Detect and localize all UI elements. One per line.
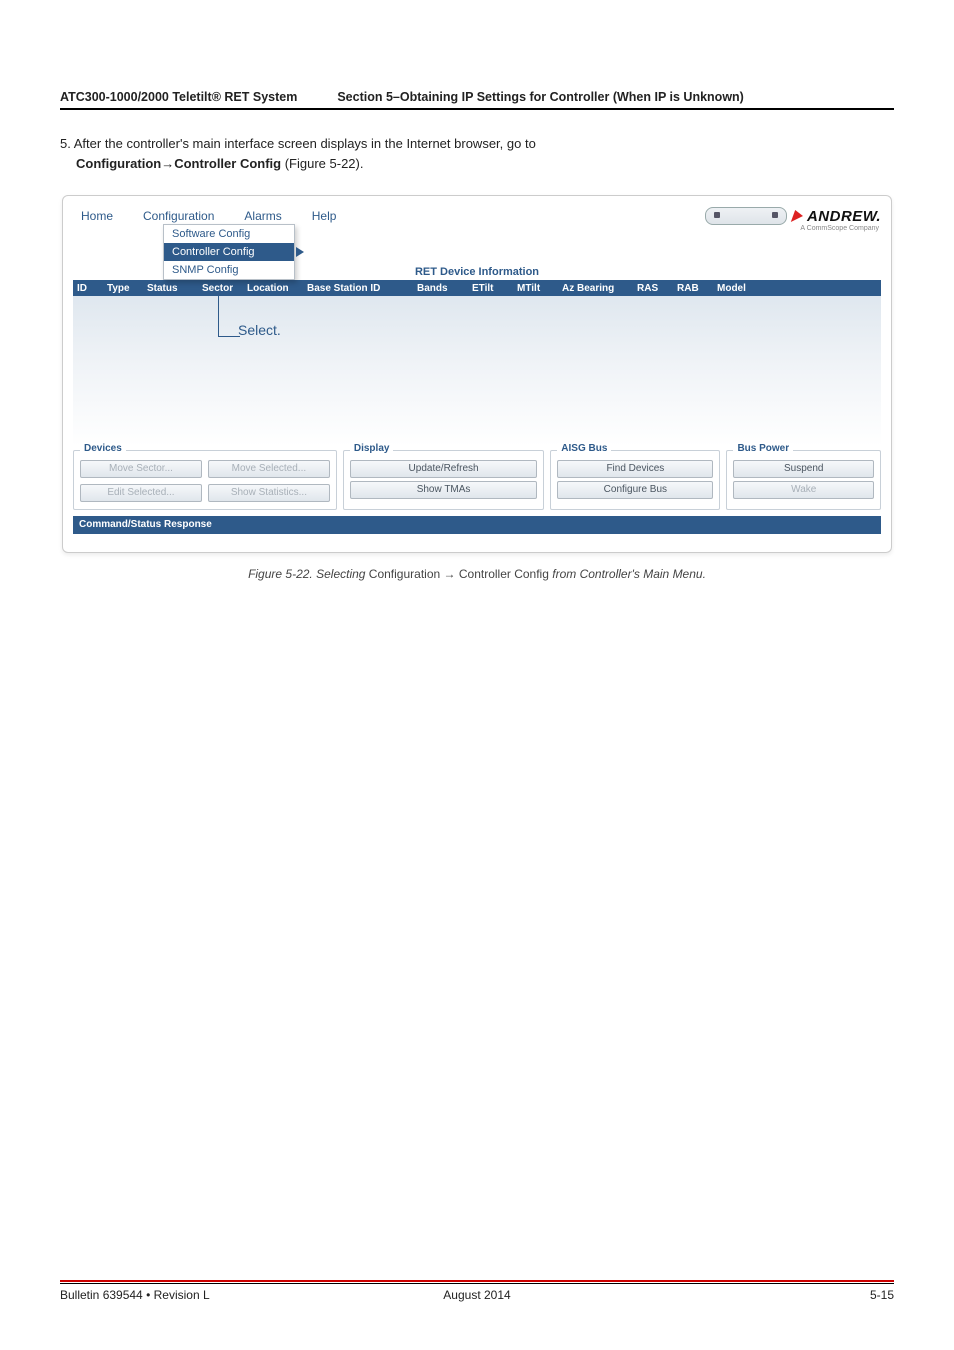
show-tmas-button[interactable]: Show TMAs bbox=[350, 481, 537, 499]
controller-screenshot: Home Configuration Alarms Help Software … bbox=[62, 195, 892, 553]
step-number: 5. bbox=[60, 136, 74, 151]
col-type[interactable]: Type bbox=[103, 283, 143, 294]
col-model[interactable]: Model bbox=[713, 283, 881, 294]
move-sector-button[interactable]: Move Sector... bbox=[80, 460, 202, 478]
footer-bulletin: Bulletin 639544 • Revision L bbox=[60, 1288, 338, 1302]
configuration-submenu: Software Config Controller Config SNMP C… bbox=[163, 224, 295, 280]
aisg-bus-panel: AISG Bus Find Devices Configure Bus bbox=[550, 450, 720, 510]
show-statistics-button[interactable]: Show Statistics... bbox=[208, 484, 330, 502]
move-selected-button[interactable]: Move Selected... bbox=[208, 460, 330, 478]
devices-panel-title: Devices bbox=[80, 443, 126, 454]
col-bands[interactable]: Bands bbox=[413, 283, 468, 294]
submenu-software-config[interactable]: Software Config bbox=[164, 225, 294, 243]
brand-area: ANDREW. A CommScope Company bbox=[705, 207, 881, 225]
configure-bus-button[interactable]: Configure Bus bbox=[557, 481, 713, 499]
submenu-arrow-icon bbox=[296, 247, 304, 257]
display-panel-title: Display bbox=[350, 443, 394, 454]
col-az-bearing[interactable]: Az Bearing bbox=[558, 283, 633, 294]
step-line1: After the controller's main interface sc… bbox=[74, 136, 536, 151]
step-tail: (Figure 5-22). bbox=[281, 156, 363, 171]
page-header: ATC300-1000/2000 Teletilt® RET System Se… bbox=[60, 90, 894, 110]
col-mtilt[interactable]: MTilt bbox=[513, 283, 558, 294]
col-status[interactable]: Status bbox=[143, 283, 198, 294]
ret-table-body: Select. bbox=[73, 296, 881, 446]
brand-chip-icon bbox=[705, 207, 787, 225]
select-label: Select. bbox=[238, 322, 281, 338]
bus-power-panel-title: Bus Power bbox=[733, 443, 793, 454]
step-menu-a: Configuration bbox=[76, 156, 161, 171]
step-menu-b: Controller Config bbox=[174, 156, 281, 171]
col-ras[interactable]: RAS bbox=[633, 283, 673, 294]
footer-date: August 2014 bbox=[338, 1288, 616, 1302]
menu-alarms[interactable]: Alarms bbox=[236, 207, 299, 225]
command-status-bar: Command/Status Response bbox=[73, 516, 881, 534]
header-section: Section 5–Obtaining IP Settings for Cont… bbox=[337, 90, 894, 104]
action-panels: Devices Move Sector... Move Selected... … bbox=[73, 450, 881, 510]
col-location[interactable]: Location bbox=[243, 283, 303, 294]
menubar: Home Configuration Alarms Help Software … bbox=[73, 206, 881, 226]
step-5-text: 5. After the controller's main interface… bbox=[60, 134, 894, 173]
brand-logo: ANDREW. bbox=[793, 208, 881, 225]
devices-panel: Devices Move Sector... Move Selected... … bbox=[73, 450, 337, 510]
bus-power-panel: Bus Power Suspend Wake bbox=[726, 450, 881, 510]
caption-post: from Controller's Main Menu. bbox=[549, 567, 706, 581]
caption-config: Configuration bbox=[369, 567, 440, 581]
wake-button[interactable]: Wake bbox=[733, 481, 874, 499]
menu-help[interactable]: Help bbox=[304, 207, 355, 225]
caption-pre: Figure 5-22. Selecting bbox=[248, 567, 369, 581]
col-etilt[interactable]: ETilt bbox=[468, 283, 513, 294]
brand-subtext: A CommScope Company bbox=[800, 225, 879, 232]
col-rab[interactable]: RAB bbox=[673, 283, 713, 294]
submenu-snmp-config[interactable]: SNMP Config bbox=[164, 261, 294, 279]
col-sector[interactable]: Sector bbox=[198, 283, 243, 294]
step-arrow: → bbox=[161, 156, 174, 171]
page-footer: Bulletin 639544 • Revision L August 2014… bbox=[60, 1280, 894, 1302]
col-id[interactable]: ID bbox=[73, 283, 103, 294]
footer-rule bbox=[60, 1280, 894, 1284]
suspend-button[interactable]: Suspend bbox=[733, 460, 874, 478]
figure-caption: Figure 5-22. Selecting Configuration → C… bbox=[60, 567, 894, 581]
select-annotation: Select. bbox=[238, 322, 281, 338]
caption-arrow: → bbox=[440, 567, 459, 581]
caption-controller: Controller Config bbox=[459, 567, 549, 581]
footer-page-number: 5-15 bbox=[616, 1288, 894, 1302]
menu-configuration[interactable]: Configuration bbox=[135, 207, 232, 225]
submenu-controller-config[interactable]: Controller Config bbox=[164, 243, 294, 261]
display-panel: Display Update/Refresh Show TMAs bbox=[343, 450, 544, 510]
menu-home[interactable]: Home bbox=[73, 207, 131, 225]
edit-selected-button[interactable]: Edit Selected... bbox=[80, 484, 202, 502]
header-product: ATC300-1000/2000 Teletilt® RET System bbox=[60, 90, 297, 104]
ret-table-header: ID Type Status Sector Location Base Stat… bbox=[73, 280, 881, 296]
find-devices-button[interactable]: Find Devices bbox=[557, 460, 713, 478]
col-base-station[interactable]: Base Station ID bbox=[303, 283, 413, 294]
update-refresh-button[interactable]: Update/Refresh bbox=[350, 460, 537, 478]
aisg-bus-panel-title: AISG Bus bbox=[557, 443, 611, 454]
